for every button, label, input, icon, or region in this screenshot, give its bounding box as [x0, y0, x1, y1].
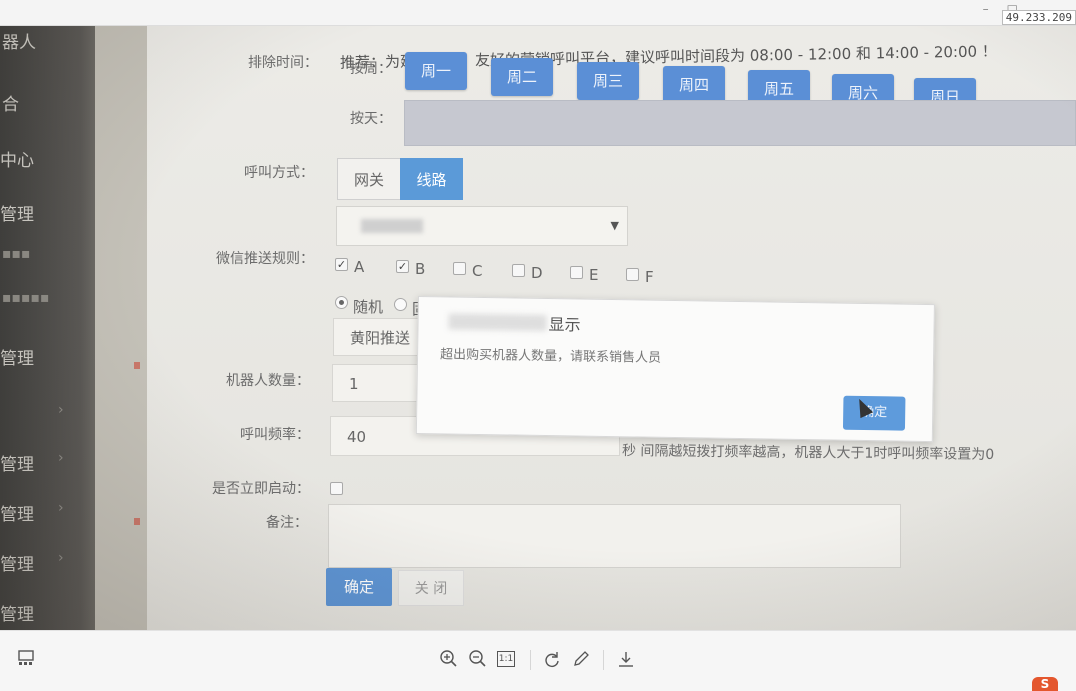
sidebar-item-manage-2[interactable]: 管理	[0, 344, 34, 369]
sidebar-subitem-1[interactable]: ▪▪▪	[2, 246, 30, 262]
confirm-button[interactable]: 确定	[326, 568, 392, 606]
close-button[interactable]: 关 闭	[398, 570, 464, 606]
redacted-value	[361, 219, 423, 233]
chevron-right-icon: ›	[58, 500, 64, 516]
weekday-button-thu[interactable]: 周四	[663, 66, 725, 104]
rule-checkbox-b[interactable]: ✓	[396, 260, 409, 273]
call-method-gateway[interactable]: 网关	[337, 158, 401, 200]
status-marker	[134, 518, 140, 525]
robot-count-label: 机器人数量：	[226, 373, 310, 389]
push-target-field[interactable]: 黄阳推送	[333, 318, 423, 356]
rule-label-d: D	[531, 264, 543, 282]
remark-textarea[interactable]	[328, 504, 901, 568]
sidebar-item-manage-7[interactable]: 管理	[0, 600, 34, 625]
rotate-icon[interactable]	[541, 649, 563, 671]
rule-label-f: F	[645, 268, 654, 286]
chevron-right-icon: ›	[58, 402, 64, 418]
auto-start-checkbox[interactable]	[330, 482, 343, 495]
minimize-button[interactable]: –	[983, 2, 989, 16]
viewer-toolbar: 1:1 S	[0, 630, 1076, 691]
weekday-button-wed[interactable]: 周三	[577, 62, 639, 100]
sidebar-item-robots[interactable]: 器人	[2, 28, 36, 53]
chevron-right-icon: ›	[58, 450, 64, 466]
edit-icon[interactable]	[570, 649, 592, 671]
call-freq-label: 呼叫频率：	[240, 427, 310, 443]
by-week-label: 按周：	[350, 61, 392, 77]
remark-label: 备注：	[266, 515, 308, 531]
push-mode-fixed-radio[interactable]	[394, 298, 407, 311]
sidebar: 器人 合 中心 管理 ▪▪▪ ▪▪▪▪▪ 管理 › 管理 › 管理 › 管理 › 管理	[0, 26, 95, 630]
rule-checkbox-a[interactable]: ✓	[335, 258, 348, 271]
call-method-line[interactable]: 线路	[400, 158, 463, 200]
rule-checkbox-c[interactable]	[453, 262, 466, 275]
robot-count-input[interactable]: 1	[332, 364, 422, 402]
rule-label-b: B	[415, 260, 426, 278]
dialog-title: 显示	[548, 315, 581, 335]
line-select[interactable]: ▼	[336, 206, 628, 246]
sidebar-subitem-2[interactable]: ▪▪▪▪▪	[2, 290, 49, 306]
sidebar-item-manage-5[interactable]: 管理 ›	[0, 500, 64, 525]
actual-size-icon[interactable]: 1:1	[497, 651, 515, 667]
rule-checkbox-d[interactable]	[512, 264, 525, 277]
exclude-time-label: 排除时间：	[248, 55, 318, 71]
rule-checkbox-f[interactable]	[626, 268, 639, 281]
push-mode-random-radio[interactable]	[335, 296, 348, 309]
day-picker-input[interactable]	[404, 100, 1076, 146]
rule-label-c: C	[472, 262, 483, 280]
rule-label-e: E	[589, 266, 599, 284]
call-method-label: 呼叫方式：	[244, 165, 314, 181]
sidebar-item-manage-6[interactable]: 管理 ›	[0, 550, 64, 575]
status-marker	[134, 362, 140, 369]
sidebar-item-center[interactable]: 中心	[0, 146, 34, 171]
auto-start-label: 是否立即启动：	[212, 481, 310, 497]
thumbnail-icon[interactable]	[15, 649, 37, 671]
zoom-out-icon[interactable]	[467, 649, 489, 671]
push-mode-random-label: 随机	[353, 298, 384, 316]
sidebar-item-manage-1[interactable]: 管理	[0, 200, 34, 225]
alert-dialog: 显示 超出购买机器人数量，请联系销售人员 确定	[415, 296, 935, 443]
viewer-titlebar: – □ 49.233.209	[0, 0, 1076, 26]
wechat-rule-label: 微信推送规则：	[216, 251, 314, 267]
background-table-edge	[95, 26, 147, 630]
rule-label-a: A	[354, 258, 365, 276]
by-day-label: 按天：	[350, 111, 392, 127]
download-icon[interactable]	[615, 649, 637, 671]
ip-label: 49.233.209	[1001, 10, 1076, 25]
photo-content: 器人 合 中心 管理 ▪▪▪ ▪▪▪▪▪ 管理 › 管理 › 管理 › 管理 › 管理…	[0, 26, 1076, 630]
sidebar-item-package[interactable]: 合	[2, 90, 19, 115]
dropdown-arrow-icon: ▼	[610, 219, 619, 232]
chevron-right-icon: ›	[58, 550, 64, 566]
dialog-message: 超出购买机器人数量，请联系销售人员	[439, 347, 662, 366]
rule-checkbox-e[interactable]	[570, 266, 583, 279]
call-freq-hint: 秒 间隔越短拨打频率越高，机器人大于1时呼叫频率设置为0	[621, 443, 995, 463]
brand-logo-icon: S	[1032, 677, 1058, 691]
weekday-button-mon[interactable]: 周一	[405, 52, 467, 90]
weekday-button-tue[interactable]: 周二	[491, 58, 553, 96]
redacted-title	[448, 313, 547, 332]
sidebar-item-manage-4[interactable]: 管理 ›	[0, 450, 64, 475]
zoom-in-icon[interactable]	[438, 649, 460, 671]
